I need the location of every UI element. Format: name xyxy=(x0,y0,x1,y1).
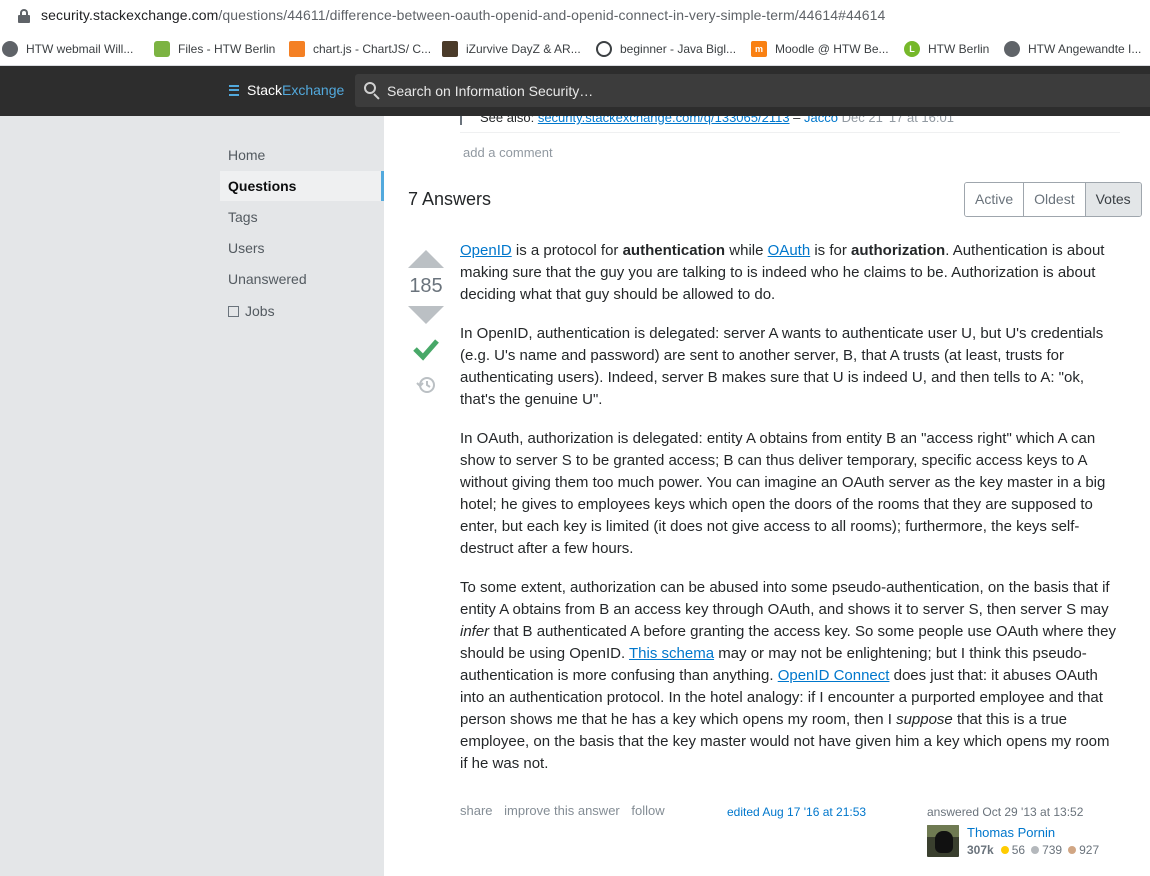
nav-users[interactable]: Users xyxy=(220,233,384,263)
stackexchange-logo[interactable]: Stack Exchange xyxy=(229,82,344,98)
history-icon[interactable] xyxy=(415,374,437,396)
divider xyxy=(460,132,1120,133)
downvote-button[interactable] xyxy=(408,306,444,324)
bookmark-htw-webmail[interactable]: HTW webmail Will... xyxy=(2,39,133,59)
user-reputation: 307k 56 739 927 xyxy=(967,843,1100,857)
search-input[interactable] xyxy=(387,81,1087,101)
follow-link[interactable]: follow xyxy=(631,803,664,818)
globe-icon xyxy=(1004,41,1020,57)
answer-paragraph: In OAuth, authorization is delegated: en… xyxy=(460,430,1106,557)
cloud-icon xyxy=(154,41,170,57)
left-sidebar: Home Questions Tags Users Unanswered Job… xyxy=(0,116,384,876)
sort-tabs: Active Oldest Votes xyxy=(964,182,1142,217)
user-card: answered Oct 29 '13 at 13:52 Thomas Porn… xyxy=(927,805,1127,857)
stack-logo-icon xyxy=(229,84,239,96)
search-icon xyxy=(364,82,380,100)
search-globe-icon xyxy=(596,41,612,57)
bookmark-htw-berlin[interactable]: L HTW Berlin xyxy=(904,39,989,59)
lock-icon[interactable] xyxy=(18,9,30,23)
address-bar[interactable]: security.stackexchange.com/questions/446… xyxy=(0,0,1150,33)
silver-badge-icon xyxy=(1031,846,1040,854)
bookmark-izurvive[interactable]: iZurvive DayZ & AR... xyxy=(442,39,581,59)
bookmark-chartjs[interactable]: chart.js - ChartJS/ C... xyxy=(289,39,431,59)
globe-icon xyxy=(2,41,18,57)
answer-paragraph: In OpenID, authentication is delegated: … xyxy=(460,325,1104,408)
bookmarks-bar: HTW webmail Will... Files - HTW Berlin c… xyxy=(0,33,1150,66)
bookmark-files-htw[interactable]: Files - HTW Berlin xyxy=(154,39,275,59)
bookmark-beginner-java[interactable]: beginner - Java Bigl... xyxy=(596,39,736,59)
gold-badge-icon xyxy=(1000,846,1009,854)
comment-date[interactable]: Dec 21 '17 at 16:01 xyxy=(838,116,954,125)
upvote-button[interactable] xyxy=(408,250,444,268)
nav-home[interactable]: Home xyxy=(220,140,384,170)
accepted-check-icon xyxy=(411,334,441,364)
site-search[interactable] xyxy=(355,74,1150,107)
bookmark-htw-angewandte[interactable]: HTW Angewandte I... xyxy=(1004,39,1141,59)
answers-count-heading: 7 Answers xyxy=(408,189,492,209)
nav-unanswered[interactable]: Unanswered xyxy=(220,264,384,294)
vote-count: 185 xyxy=(409,275,443,297)
avatar[interactable] xyxy=(927,825,959,857)
post-menu: share improve this answer follow xyxy=(460,803,673,818)
share-link[interactable]: share xyxy=(460,803,493,818)
comment-link[interactable]: security.stackexchange.com/q/133065/2113 xyxy=(538,116,790,125)
previous-comment: See also: security.stackexchange.com/q/1… xyxy=(460,116,954,125)
comment-user[interactable]: Jacco xyxy=(804,116,838,125)
openid-connect-link[interactable]: OpenID Connect xyxy=(778,667,890,684)
improve-answer-link[interactable]: improve this answer xyxy=(504,803,620,818)
answer-paragraph: To some extent, authorization can be abu… xyxy=(460,579,1116,772)
answer-body: OpenID is a protocol for authentication … xyxy=(460,240,1120,792)
edited-link[interactable]: edited Aug 17 '16 at 21:53 xyxy=(727,805,866,819)
site-topbar: Stack Exchange xyxy=(0,66,1150,116)
user-name-link[interactable]: Thomas Pornin xyxy=(967,825,1055,840)
lsf-icon: L xyxy=(904,41,920,57)
url-path: /questions/44611/difference-between-oaut… xyxy=(218,7,886,23)
nav-questions[interactable]: Questions xyxy=(220,171,384,201)
nav-jobs[interactable]: Jobs xyxy=(220,296,384,326)
openid-link[interactable]: OpenID xyxy=(460,242,512,259)
oauth-link[interactable]: OAuth xyxy=(768,242,811,259)
url-host: security.stackexchange.com xyxy=(41,7,219,23)
tab-votes[interactable]: Votes xyxy=(1085,183,1141,216)
bronze-badge-icon xyxy=(1068,846,1077,854)
stackoverflow-icon xyxy=(289,41,305,57)
tab-oldest[interactable]: Oldest xyxy=(1024,183,1086,216)
external-link-icon xyxy=(228,306,239,317)
answered-time: answered Oct 29 '13 at 13:52 xyxy=(927,805,1084,819)
izurvive-icon xyxy=(442,41,458,57)
comment-score-bar xyxy=(460,116,462,125)
main-content: See also: security.stackexchange.com/q/1… xyxy=(384,116,1150,876)
moodle-icon: m xyxy=(751,41,767,57)
reputation-score: 307k xyxy=(967,843,994,857)
nav-tags[interactable]: Tags xyxy=(220,202,384,232)
tab-active[interactable]: Active xyxy=(965,183,1025,216)
vote-cell: 185 xyxy=(408,250,444,396)
bookmark-moodle[interactable]: m Moodle @ HTW Be... xyxy=(751,39,889,59)
schema-link[interactable]: This schema xyxy=(629,645,714,662)
answer-paragraph: OpenID is a protocol for authentication … xyxy=(460,242,1105,303)
url-text[interactable]: security.stackexchange.com/questions/446… xyxy=(41,7,885,23)
add-comment-link[interactable]: add a comment xyxy=(463,145,553,160)
